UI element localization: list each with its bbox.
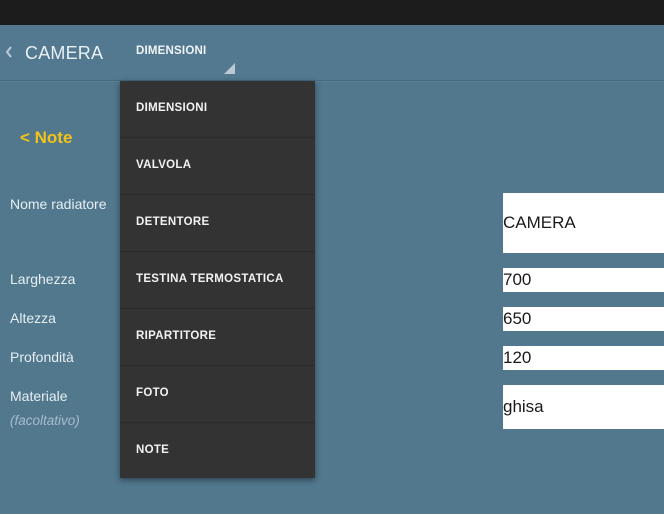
action-bar: CAMERA DIMENSIONI: [0, 25, 664, 82]
label-profondita: Profondità: [10, 349, 74, 365]
chevron-left-icon: [5, 46, 12, 58]
label-nome-radiatore: Nome radiatore: [10, 196, 107, 212]
section-dropdown-menu: DIMENSIONI VALVOLA DETENTORE TESTINA TER…: [120, 81, 315, 478]
up-navigation-button[interactable]: CAMERA: [0, 25, 110, 81]
section-spinner[interactable]: DIMENSIONI: [122, 25, 240, 81]
label-materiale: Materiale: [10, 388, 68, 404]
spinner-corner-triangle-icon: [224, 63, 235, 74]
dropdown-item-ripartitore[interactable]: RIPARTITORE: [120, 309, 315, 366]
label-materiale-optional: (facoltativo): [10, 413, 80, 428]
label-larghezza: Larghezza: [10, 271, 76, 287]
app-title: CAMERA: [25, 43, 104, 63]
dropdown-item-note[interactable]: NOTE: [120, 423, 315, 480]
larghezza-input[interactable]: [503, 268, 664, 292]
dropdown-item-testina-termostatica[interactable]: TESTINA TERMOSTATICA: [120, 252, 315, 309]
dropdown-item-label: FOTO: [136, 387, 169, 399]
nome-radiatore-input[interactable]: [503, 193, 664, 253]
dropdown-item-valvola[interactable]: VALVOLA: [120, 138, 315, 195]
dropdown-item-dimensioni[interactable]: DIMENSIONI: [120, 81, 315, 138]
profondita-input[interactable]: [503, 346, 664, 370]
dropdown-item-label: DETENTORE: [136, 216, 210, 228]
dropdown-item-label: VALVOLA: [136, 159, 192, 171]
status-bar: [0, 0, 664, 25]
dropdown-item-label: NOTE: [136, 444, 170, 456]
back-to-note-link[interactable]: < Note: [20, 128, 72, 148]
materiale-input[interactable]: [503, 385, 664, 429]
spinner-selected-label: DIMENSIONI: [136, 45, 207, 57]
dropdown-item-label: RIPARTITORE: [136, 330, 217, 342]
altezza-input[interactable]: [503, 307, 664, 331]
dropdown-item-label: DIMENSIONI: [136, 102, 208, 114]
dropdown-item-label: TESTINA TERMOSTATICA: [136, 273, 284, 285]
dropdown-item-foto[interactable]: FOTO: [120, 366, 315, 423]
label-altezza: Altezza: [10, 310, 56, 326]
dropdown-item-detentore[interactable]: DETENTORE: [120, 195, 315, 252]
